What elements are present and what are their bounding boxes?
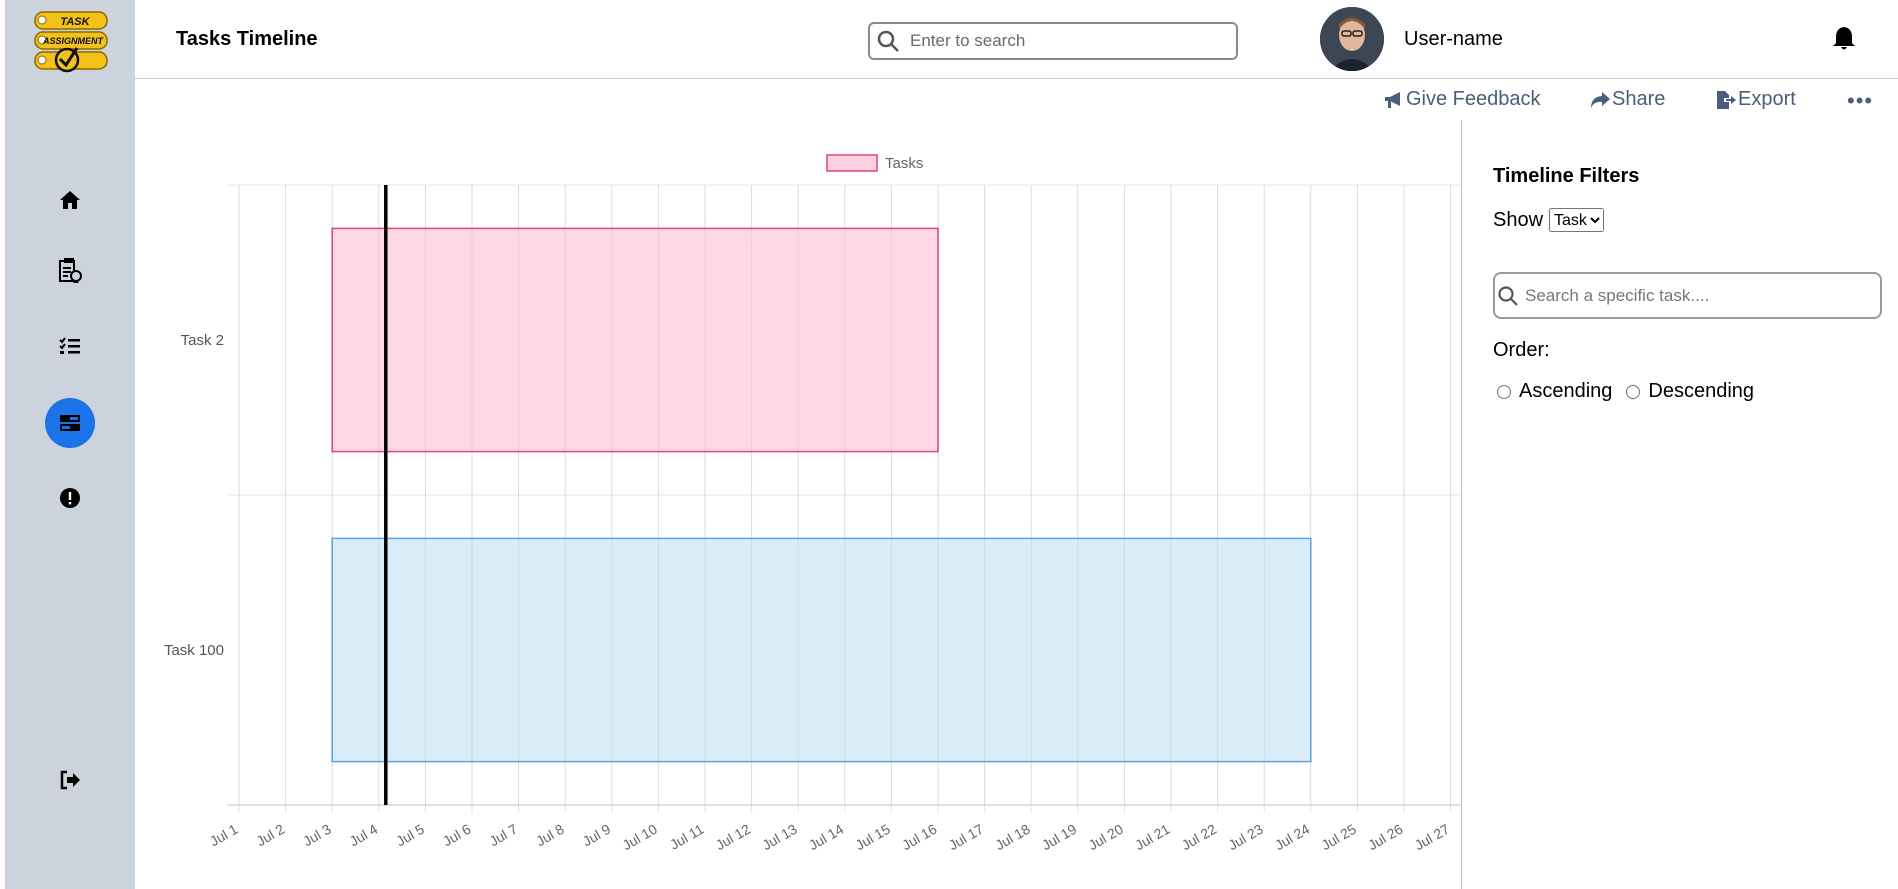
task-clipboard-icon xyxy=(59,258,82,283)
share-icon xyxy=(1591,91,1610,108)
megaphone-icon xyxy=(1385,91,1400,108)
x-tick-label: Jul 19 xyxy=(1039,821,1080,854)
bell-icon xyxy=(1833,27,1855,50)
legend-swatch xyxy=(826,154,878,172)
x-tick-label: Jul 17 xyxy=(946,821,987,854)
descending-radio[interactable] xyxy=(1626,384,1641,399)
username[interactable]: User-name xyxy=(1404,28,1503,51)
x-tick-label: Jul 20 xyxy=(1086,821,1127,854)
search-icon xyxy=(1498,285,1518,306)
descending-option[interactable]: Descending xyxy=(1622,380,1754,403)
sidebar: TASK ASSIGNMENT xyxy=(5,0,135,889)
x-tick-label: Jul 23 xyxy=(1225,821,1266,854)
x-tick-label: Jul 5 xyxy=(393,821,427,850)
logout-icon xyxy=(60,770,80,790)
nav-tasks[interactable] xyxy=(45,246,95,296)
search-icon xyxy=(877,30,899,52)
give-feedback-button[interactable]: Give Feedback xyxy=(1384,88,1541,111)
show-row: Show Task xyxy=(1493,208,1883,232)
export-file-icon xyxy=(1717,90,1736,109)
export-button[interactable]: Export xyxy=(1716,88,1796,111)
top-header: Tasks Timeline User-name xyxy=(135,0,1898,79)
more-options-button[interactable]: ••• xyxy=(1847,88,1873,114)
show-select[interactable]: Task xyxy=(1549,208,1605,232)
notifications-button[interactable] xyxy=(1832,25,1856,56)
nav-logout[interactable] xyxy=(45,755,95,805)
x-tick-label: Jul 14 xyxy=(806,821,847,854)
x-tick-label: Jul 12 xyxy=(713,821,754,854)
x-tick-label: Jul 18 xyxy=(992,821,1033,854)
x-tick-label: Jul 22 xyxy=(1179,821,1220,854)
export-label: Export xyxy=(1738,88,1796,110)
filters-title: Timeline Filters xyxy=(1493,165,1640,187)
ascending-option[interactable]: Ascending xyxy=(1493,380,1612,403)
x-tick-label: Jul 21 xyxy=(1132,821,1173,854)
x-tick-label: Jul 6 xyxy=(440,821,474,850)
share-button[interactable]: Share xyxy=(1590,88,1665,111)
ascending-label: Ascending xyxy=(1519,380,1613,402)
x-tick-label: Jul 26 xyxy=(1365,821,1406,854)
share-label: Share xyxy=(1612,88,1666,110)
legend-label: Tasks xyxy=(885,155,923,172)
y-tick-label: Task 2 xyxy=(181,332,224,349)
x-tick-label: Jul 13 xyxy=(759,821,800,854)
x-tick-label: Jul 15 xyxy=(853,821,894,854)
x-tick-label: Jul 4 xyxy=(347,821,381,850)
nav-alerts[interactable] xyxy=(45,473,95,523)
panel-divider xyxy=(1461,120,1462,889)
x-tick-label: Jul 9 xyxy=(580,821,614,850)
x-tick-label: Jul 3 xyxy=(300,821,334,850)
order-options: Ascending Descending xyxy=(1493,380,1883,403)
alert-icon xyxy=(60,488,80,508)
x-tick-label: Jul 24 xyxy=(1272,821,1313,854)
global-search[interactable] xyxy=(868,22,1238,60)
timeline-bar xyxy=(331,537,1312,763)
nav-checklist[interactable] xyxy=(45,321,95,371)
svg-text:ASSIGNMENT: ASSIGNMENT xyxy=(42,36,105,46)
x-tick-label: Jul 11 xyxy=(667,821,707,853)
y-tick-label: Task 100 xyxy=(164,642,224,659)
timeline-icon xyxy=(60,415,80,431)
timeline-chart: Tasks Task 2 Task 100 Jul 1 Jul 2 Jul 3 Jul 4 J… xyxy=(164,154,1461,854)
task-search-input[interactable] xyxy=(1523,284,1857,307)
avatar[interactable] xyxy=(1320,7,1384,71)
x-tick-label: Jul 7 xyxy=(486,821,520,850)
x-tick-label: Jul 10 xyxy=(620,821,661,854)
task-search-box[interactable] xyxy=(1493,272,1882,319)
x-tick-label: Jul 1 xyxy=(207,821,241,850)
x-tick-label: Jul 25 xyxy=(1319,821,1360,854)
timeline-filters-panel: Timeline Filters Show Task Order: Ascend… xyxy=(1493,160,1883,403)
x-tick-label: Jul 27 xyxy=(1412,821,1453,854)
show-label: Show xyxy=(1493,208,1544,231)
ascending-radio[interactable] xyxy=(1497,384,1511,399)
give-feedback-label: Give Feedback xyxy=(1406,88,1541,110)
svg-text:TASK: TASK xyxy=(60,16,90,28)
x-tick-label: Jul 16 xyxy=(899,821,940,854)
nav-timeline[interactable] xyxy=(45,398,95,448)
page-title: Tasks Timeline xyxy=(176,28,318,50)
descending-label: Descending xyxy=(1648,380,1755,402)
app-logo[interactable]: TASK ASSIGNMENT xyxy=(33,10,115,76)
x-tick-label: Jul 2 xyxy=(253,821,287,850)
search-input[interactable] xyxy=(908,30,1212,52)
x-tick-label: Jul 8 xyxy=(533,821,567,850)
order-label: Order: xyxy=(1493,339,1550,361)
checklist-icon xyxy=(59,337,80,354)
home-icon xyxy=(60,191,80,209)
nav-home[interactable] xyxy=(45,175,95,225)
timeline-bar xyxy=(331,227,939,453)
